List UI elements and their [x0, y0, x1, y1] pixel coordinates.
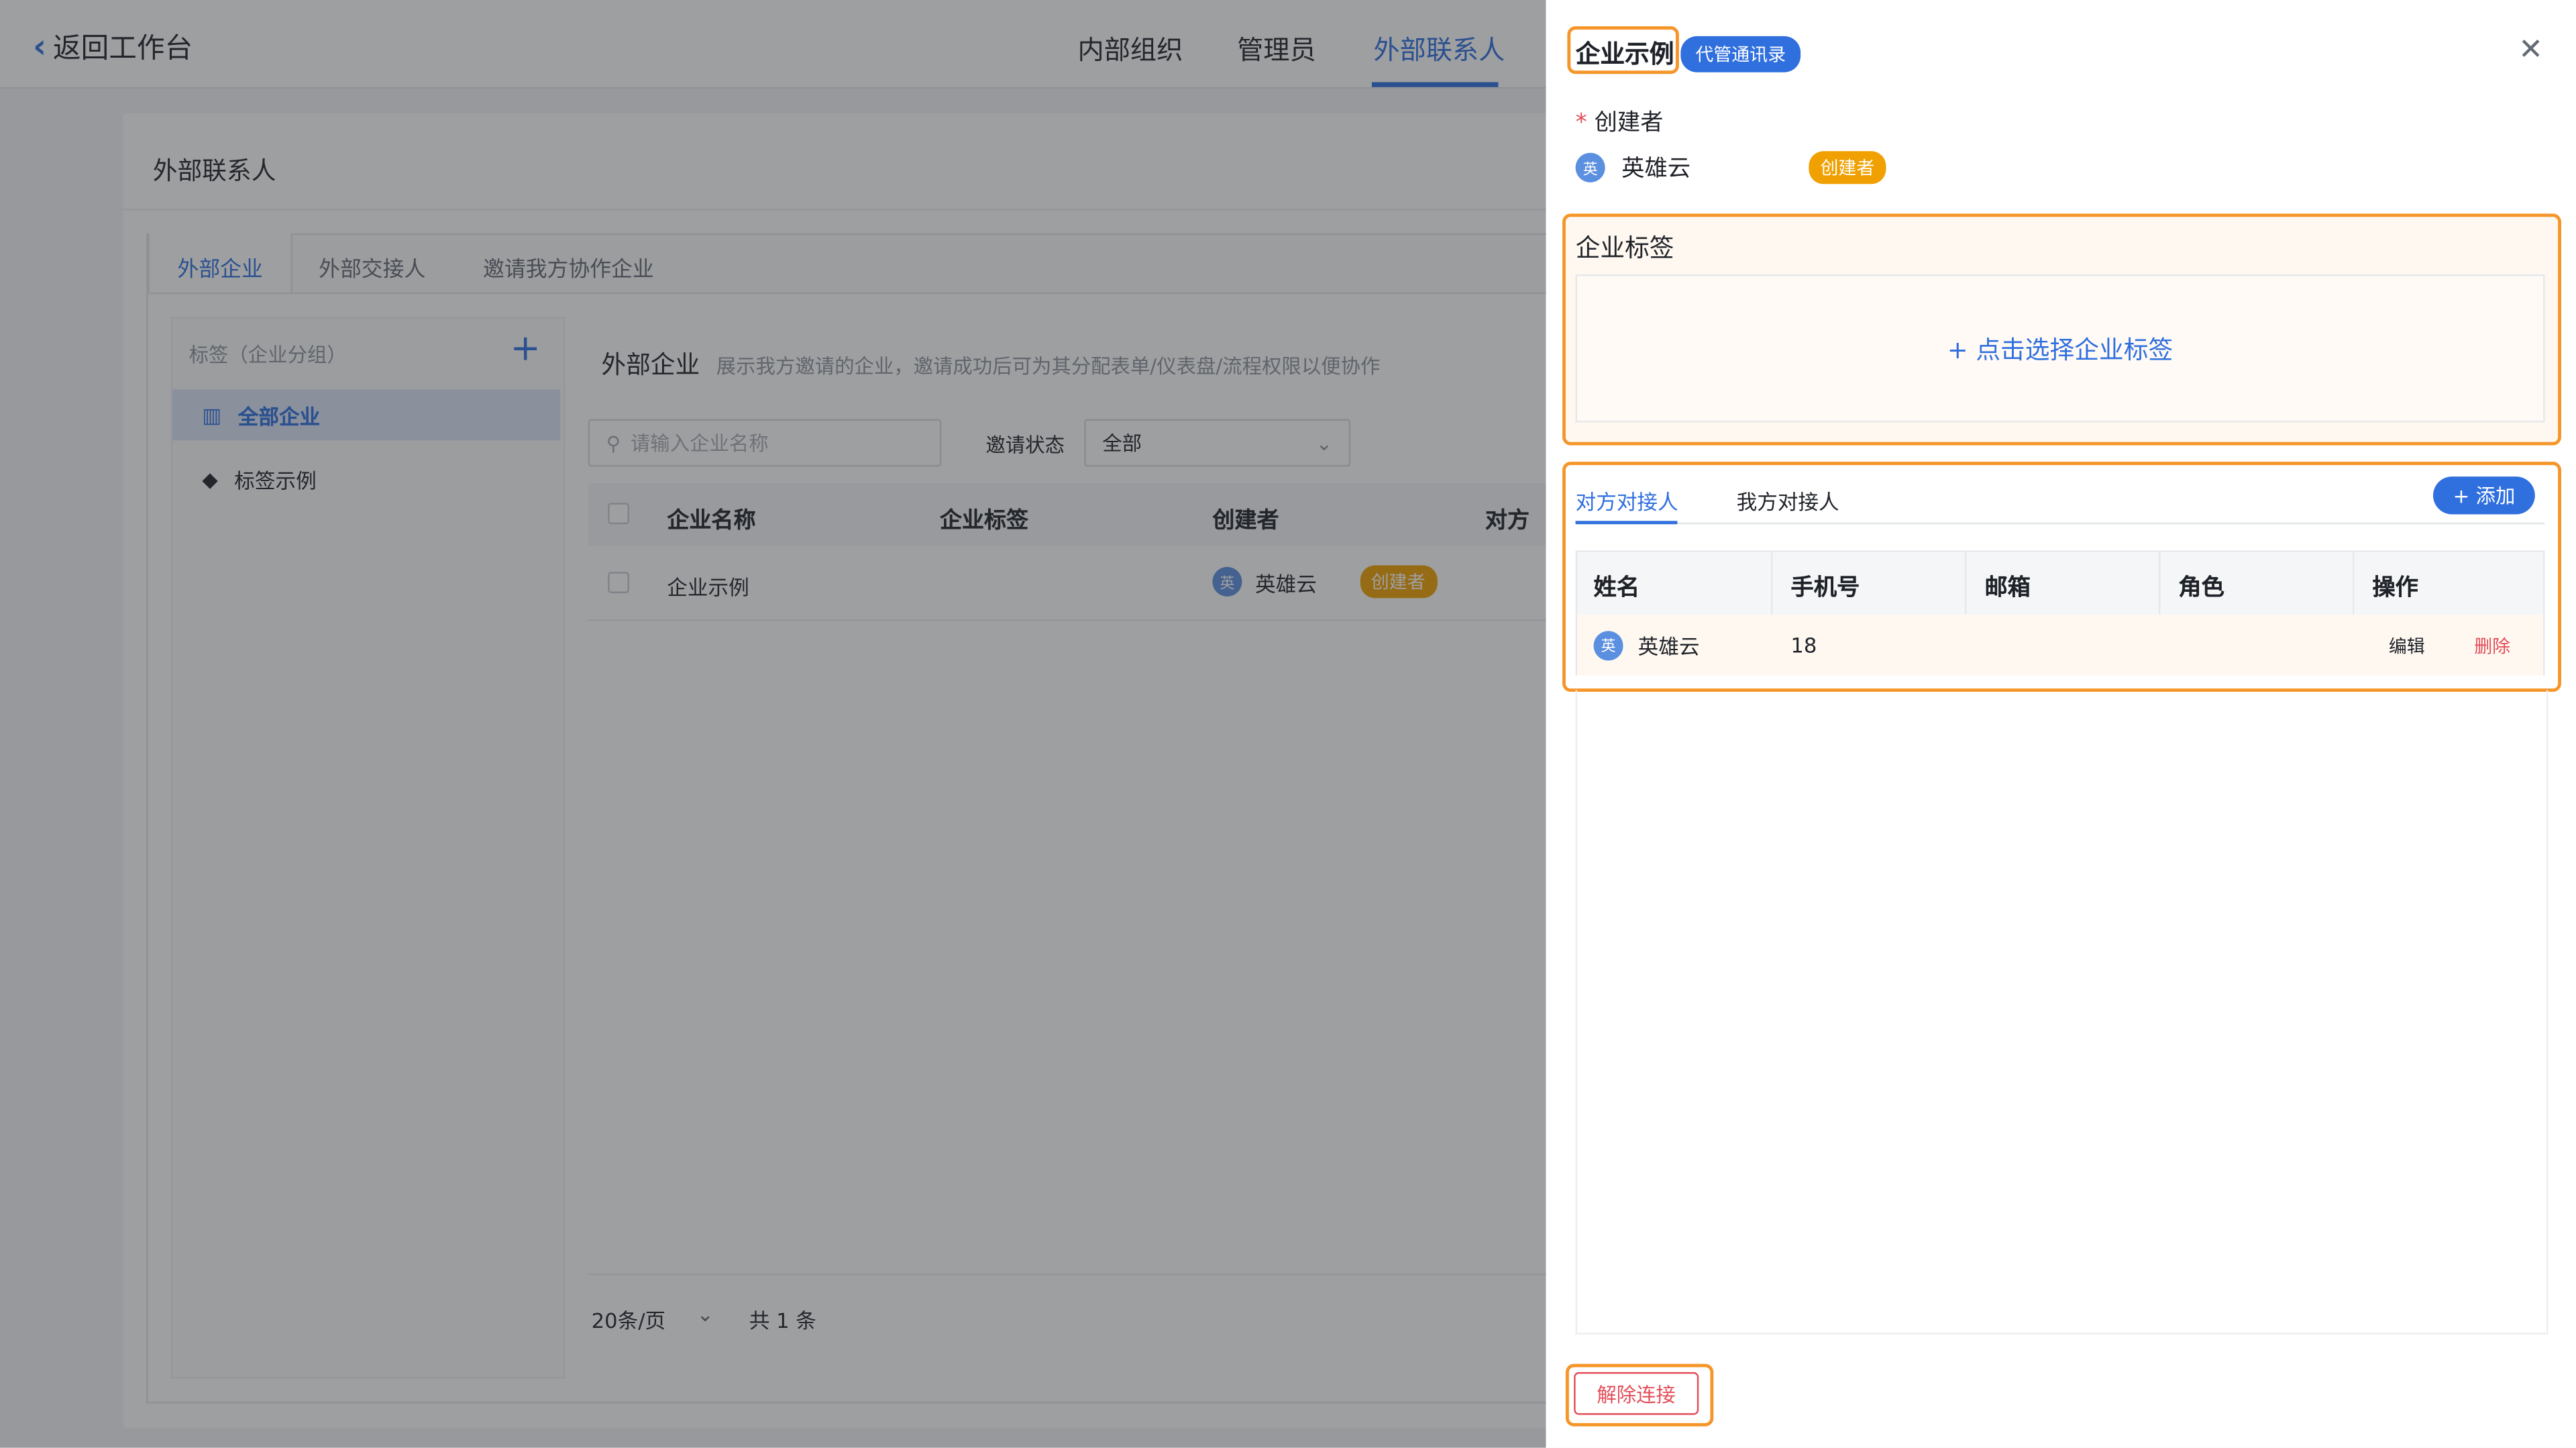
contacts-header: 姓名 手机号 邮箱 角色 操作: [1577, 552, 2544, 615]
tab-divider: [1575, 522, 2545, 525]
col-name: 姓名: [1593, 575, 1640, 602]
col-email: 邮箱: [1984, 575, 2031, 602]
contacts-table: 姓名 手机号 邮箱 角色 操作 英 英雄云 18 编辑 删除: [1575, 550, 2545, 676]
col-role: 角色: [2178, 575, 2224, 602]
contact-name: 英 英雄云: [1593, 629, 1700, 661]
add-contact-button[interactable]: + 添加: [2433, 476, 2535, 515]
avatar: 英: [1593, 630, 1623, 660]
close-icon[interactable]: ✕: [2518, 33, 2543, 67]
edit-contact-button[interactable]: 编辑: [2389, 633, 2425, 659]
unlink-button[interactable]: 解除连接: [1574, 1372, 1699, 1415]
tab-active-indicator: [1575, 521, 1678, 525]
col-phone: 手机号: [1790, 575, 1860, 602]
tag-section-title: 企业标签: [1575, 233, 1674, 263]
creator-label-text: 创建者: [1594, 110, 1664, 137]
required-mark: *: [1575, 110, 1587, 137]
creator-field-label: * 创建者: [1576, 105, 1664, 138]
unlink-wrap: 解除连接: [1565, 1363, 1714, 1427]
creator-name: 英雄云: [1621, 156, 1691, 183]
delete-contact-button[interactable]: 删除: [2474, 633, 2510, 659]
select-tag-button[interactable]: + 点击选择企业标签: [1575, 274, 2545, 423]
empty-area: [1575, 690, 2548, 1335]
enterprise-tag-section: 企业标签 + 点击选择企业标签: [1562, 213, 2561, 446]
modal-overlay[interactable]: [0, 0, 1546, 1448]
drawer-title: 企业示例: [1575, 39, 1674, 69]
table-row[interactable]: 英 英雄云 18 编辑 删除: [1577, 614, 2544, 676]
enterprise-drawer: 企业示例 代管通讯录 ✕ * 创建者 英 英雄云 创建者 企业标签 + 点击选择…: [1546, 0, 2576, 1448]
contacts-section: 对方对接人 我方对接人 + 添加 姓名 手机号 邮箱 角色 操作 英 英雄云 1…: [1562, 462, 2561, 692]
managed-contacts-chip: 代管通讯录: [1680, 36, 1801, 72]
tab-counterpart-contact[interactable]: 对方对接人: [1576, 484, 1678, 516]
contact-name-text: 英雄云: [1638, 634, 1700, 660]
creator-value: 英 英雄云 创建者: [1575, 151, 1886, 185]
creator-badge: 创建者: [1809, 151, 1886, 185]
contact-phone: 18: [1790, 632, 1817, 658]
col-actions: 操作: [2372, 575, 2418, 602]
tab-our-contact[interactable]: 我方对接人: [1737, 484, 1839, 516]
avatar: 英: [1575, 152, 1605, 183]
